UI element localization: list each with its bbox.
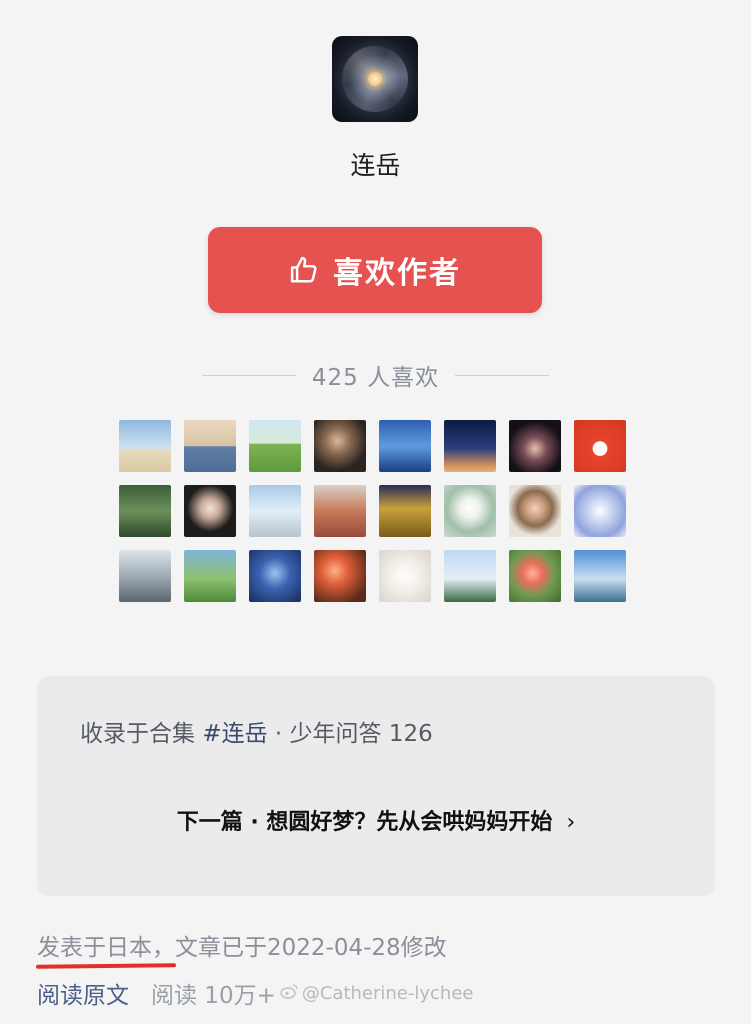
like-author-button[interactable]: 喜欢作者 (208, 227, 542, 313)
cartoon-character-avatar[interactable] (574, 485, 626, 537)
read-original-link[interactable]: 阅读原文 (37, 976, 129, 1010)
sea-creature-avatar[interactable] (379, 420, 431, 472)
watermark: @Catherine-lychee (280, 982, 474, 1004)
coastal-view-avatar[interactable] (574, 550, 626, 602)
night-portrait-avatar[interactable] (509, 420, 561, 472)
bunny-hoodie-avatar[interactable] (184, 485, 236, 537)
woman-portrait-avatar[interactable] (509, 485, 561, 537)
white-flowers-avatar[interactable] (444, 485, 496, 537)
collection-info: 收录于合集 #连岳 · 少年问答 126 (80, 714, 433, 748)
publish-info: 发表于日本，文章已于2022-04-28修改 (37, 935, 447, 961)
divider-left (201, 374, 296, 376)
cloudy-sky-avatar[interactable] (119, 550, 171, 602)
white-dog-avatar[interactable] (379, 550, 431, 602)
garden-arch-avatar[interactable] (119, 485, 171, 537)
night-lights-avatar[interactable] (379, 485, 431, 537)
collection-prefix: 收录于合集 (80, 721, 203, 747)
author-name[interactable]: 连岳 (0, 146, 751, 182)
chevron-right-icon: › (566, 810, 576, 835)
weibo-logo-icon (280, 983, 298, 1004)
seaside-girl-avatar[interactable] (444, 550, 496, 602)
watermark-text: @Catherine-lychee (301, 982, 474, 1004)
like-button-label: 喜欢作者 (333, 256, 461, 291)
portrait-dark-avatar[interactable] (314, 420, 366, 472)
blue-mask-avatar[interactable] (249, 550, 301, 602)
like-count-row: 425 人喜欢 (0, 358, 751, 392)
collection-tag-link[interactable]: #连岳 (202, 721, 267, 747)
collection-card[interactable]: 收录于合集 #连岳 · 少年问答 126 下一篇 · 想圆好梦？先从会哄妈妈开始… (37, 676, 715, 896)
divider-right (455, 374, 550, 376)
author-avatar[interactable] (332, 36, 418, 122)
totoro-avatar[interactable] (184, 550, 236, 602)
child-avatar[interactable] (184, 420, 236, 472)
roses-avatar[interactable] (509, 550, 561, 602)
liker-avatar-grid (119, 420, 626, 602)
dusk-sky-avatar[interactable] (444, 420, 496, 472)
read-count: 阅读 10万+ (151, 983, 276, 1009)
like-count: 425 人喜欢 (311, 365, 440, 391)
next-article-link[interactable]: 下一篇 · 想圆好梦？先从会哄妈妈开始 › (37, 804, 715, 836)
galaxy-core-icon (368, 72, 382, 86)
red-fox-cartoon-avatar[interactable] (574, 420, 626, 472)
snow-landscape-avatar[interactable] (249, 485, 301, 537)
red-underline-annotation (35, 963, 177, 969)
beach-person-avatar[interactable] (119, 420, 171, 472)
collection-suffix: · 少年问答 126 (267, 721, 433, 747)
next-article-title: 下一篇 · 想圆好梦？先从会哄妈妈开始 (176, 810, 553, 835)
orange-flowers-avatar[interactable] (314, 550, 366, 602)
crowd-festival-avatar[interactable] (314, 485, 366, 537)
green-field-avatar[interactable] (249, 420, 301, 472)
thumbs-up-icon (289, 255, 319, 285)
footer-row: 阅读原文 阅读 10万+ @Catherine-lychee (37, 976, 473, 1010)
